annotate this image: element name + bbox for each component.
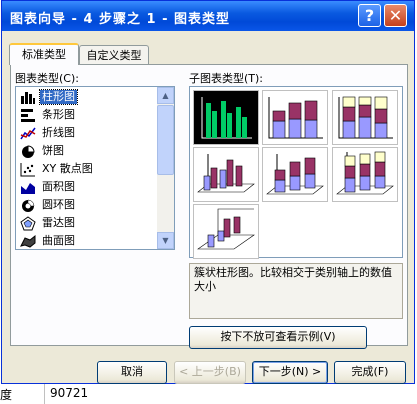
- close-button[interactable]: ✕: [384, 4, 407, 27]
- title-bar[interactable]: 图表向导 - 4 步骤之 1 - 图表类型 ? ✕: [2, 1, 414, 31]
- chart-type-list[interactable]: 柱形图 条形图 折线图 饼图 XY 散点图 面积图 圆环图 雷达图 曲面图 ▲ …: [15, 86, 175, 250]
- subtype-percent-stacked-column[interactable]: [332, 90, 398, 145]
- chart-type-item-line[interactable]: 折线图: [18, 125, 154, 142]
- chart-type-item-radar[interactable]: 雷达图: [18, 215, 154, 232]
- subtype-3d-column[interactable]: [193, 204, 259, 259]
- chart-type-scrollbar[interactable]: ▲ ▼: [157, 87, 174, 249]
- stacked-column-icon: [268, 97, 323, 139]
- scroll-thumb[interactable]: [157, 105, 174, 175]
- chart-type-item-doughnut[interactable]: 圆环图: [18, 197, 154, 214]
- help-button[interactable]: ?: [358, 4, 381, 27]
- bar-chart-icon: [21, 109, 35, 122]
- chart-type-label-text: 面积图: [42, 180, 75, 193]
- subtype-3d-clustered-column[interactable]: [193, 147, 259, 202]
- tab-standard-types[interactable]: 标准类型: [9, 43, 79, 65]
- clustered-column-icon: [201, 97, 252, 139]
- sheet-cell-b[interactable]: 90721: [50, 386, 88, 400]
- finish-button[interactable]: 完成(F): [334, 361, 406, 384]
- chart-type-label-text: 饼图: [42, 144, 64, 157]
- pie-chart-icon: [22, 145, 35, 158]
- doughnut-chart-icon: [22, 199, 35, 212]
- chart-type-label: 图表类型(C):: [15, 72, 79, 85]
- area-chart-icon: [21, 183, 35, 194]
- 3d-stacked-column-icon: [266, 154, 324, 195]
- back-button[interactable]: < 上一步(B): [174, 361, 246, 384]
- column-chart-icon: [21, 92, 35, 104]
- preview-sample-button[interactable]: 按下不放可查看示例(V): [189, 326, 367, 349]
- chart-type-item-column[interactable]: 柱形图: [18, 89, 154, 106]
- subtype-grid: [189, 86, 403, 259]
- scroll-up-icon[interactable]: ▲: [157, 87, 174, 104]
- subtype-3d-stacked-column[interactable]: [262, 147, 328, 202]
- chart-type-label-text: 柱形图: [39, 89, 78, 105]
- 3d-percent-stacked-column-icon: [336, 151, 394, 195]
- chart-type-label-text: 曲面图: [42, 234, 75, 247]
- subtype-clustered-column[interactable]: [193, 90, 259, 145]
- scatter-chart-icon: [20, 163, 35, 177]
- subtype-stacked-column[interactable]: [262, 90, 328, 145]
- chart-type-label-text: XY 散点图: [42, 162, 93, 175]
- chart-type-item-area[interactable]: 面积图: [18, 179, 154, 196]
- subtype-3d-percent-stacked-column[interactable]: [332, 147, 398, 202]
- percent-stacked-column-icon: [338, 96, 393, 139]
- chart-type-item-pie[interactable]: 饼图: [18, 143, 154, 160]
- chart-type-item-surface[interactable]: 曲面图: [18, 233, 154, 249]
- subtype-label: 子图表类型(T):: [189, 72, 264, 85]
- 3d-column-icon: [197, 208, 255, 250]
- surface-chart-icon: [20, 234, 36, 248]
- chart-type-label-text: 条形图: [42, 108, 75, 121]
- dialog-title: 图表向导 - 4 步骤之 1 - 图表类型: [10, 12, 231, 27]
- chart-type-item-scatter[interactable]: XY 散点图: [18, 161, 154, 178]
- chart-type-label-text: 雷达图: [42, 216, 75, 229]
- scroll-down-icon[interactable]: ▼: [157, 232, 174, 249]
- chart-type-label-text: 折线图: [42, 126, 75, 139]
- next-button[interactable]: 下一步(N) >: [252, 361, 328, 384]
- sheet-cell-a[interactable]: 度: [0, 386, 12, 403]
- radar-chart-icon: [20, 216, 36, 231]
- chart-wizard-dialog: 图表向导 - 4 步骤之 1 - 图表类型 ? ✕ 标准类型 自定义类型 图表类…: [1, 0, 415, 384]
- line-chart-icon: [20, 127, 36, 140]
- subtype-description: 簇状柱形图。比较相交于类别轴上的数值大小: [189, 263, 403, 319]
- 3d-clustered-column-icon: [197, 154, 255, 193]
- chart-type-item-bar[interactable]: 条形图: [18, 107, 154, 124]
- tab-custom-types[interactable]: 自定义类型: [79, 45, 149, 64]
- cancel-button[interactable]: 取消: [97, 361, 167, 384]
- chart-type-label-text: 圆环图: [42, 198, 75, 211]
